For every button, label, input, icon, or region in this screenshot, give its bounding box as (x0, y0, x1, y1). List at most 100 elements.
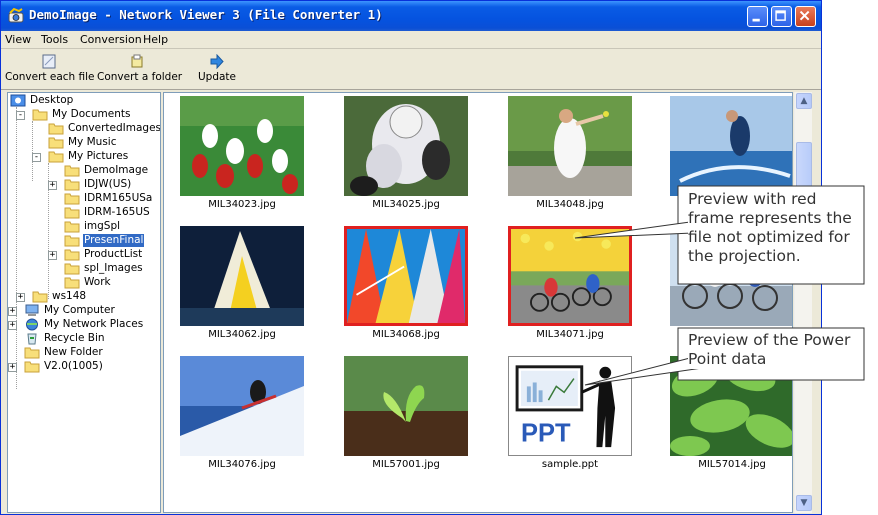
tree-item-label: IDRM-165US (84, 205, 150, 218)
window-title: DemoImage - Network Viewer 3 (File Conve… (29, 7, 383, 22)
tree-expander[interactable]: + (8, 321, 17, 330)
folder-convert-icon (131, 54, 143, 68)
tree-item[interactable]: IDRM-165US (64, 205, 151, 219)
thumbnail-image[interactable] (670, 356, 792, 456)
network-icon (26, 318, 38, 330)
ppt-label: PPT (521, 419, 571, 447)
update-button[interactable]: Update (195, 52, 239, 88)
tree-item[interactable]: ws148 (32, 289, 87, 303)
tree-item-label: Recycle Bin (44, 331, 105, 344)
thumbnail-caption: MIL34076.jpg (208, 459, 276, 470)
menu-tools[interactable]: Tools (41, 33, 68, 46)
tree-expander[interactable]: + (48, 251, 57, 260)
tree-item[interactable]: ProductList (64, 247, 143, 261)
tree-item-label: New Folder (44, 345, 103, 358)
tree-item[interactable]: My Computer (24, 303, 116, 317)
convert-folder-button[interactable]: Convert a folder (97, 52, 182, 88)
photo-preview (344, 356, 468, 456)
tree-item-label: ProductList (84, 247, 143, 260)
vertical-scrollbar[interactable]: ▲ ▼ (794, 92, 812, 513)
tree-item[interactable]: Desktop (10, 93, 74, 107)
photo-preview (344, 96, 468, 196)
document-icon (42, 54, 56, 69)
thumbnail-image[interactable] (180, 226, 304, 326)
thumbnail-image[interactable] (344, 226, 468, 326)
thumbnail-image[interactable] (344, 356, 468, 456)
thumbnail-image[interactable] (180, 356, 304, 456)
callout-line: Point data (688, 350, 767, 368)
tree-item-label: IDJW(US) (84, 177, 132, 190)
tree-item-label: DemoImage (84, 163, 149, 176)
tree-item-label: PresenFinal (83, 233, 145, 247)
thumbnail-image[interactable] (508, 96, 632, 196)
menu-help[interactable]: Help (143, 33, 168, 46)
thumbnail-image[interactable]: PPT (508, 356, 632, 456)
tree-item[interactable]: spl_Images (64, 261, 144, 275)
tree-item[interactable]: My Pictures (48, 149, 129, 163)
tree-item[interactable]: Work (64, 275, 112, 289)
menu-view[interactable]: View (5, 33, 31, 46)
tree-item-label: My Computer (44, 303, 115, 316)
pictures-folder-icon (48, 151, 64, 162)
tree-item-label: ws148 (52, 289, 87, 302)
folder-icon (64, 263, 80, 274)
thumbnail-view[interactable]: MIL34023.jpg MIL34025.jpg MIL34048.jpg MIL3… (163, 92, 793, 513)
title-bar[interactable]: DemoImage - Network Viewer 3 (File Conve… (1, 1, 821, 31)
thumbnail-image[interactable] (344, 96, 468, 196)
callout-line: frame represents the (688, 209, 852, 227)
tree-item[interactable]: Recycle Bin (24, 331, 106, 345)
photo-preview (511, 229, 629, 323)
tree-item[interactable]: My Documents (32, 107, 131, 121)
tree-item[interactable]: imgSpl (64, 219, 121, 233)
tree-item[interactable]: DemoImage (64, 163, 149, 177)
tree-item-label: My Network Places (44, 317, 144, 330)
update-arrow-icon (210, 54, 224, 69)
tree-expander[interactable]: - (32, 153, 41, 162)
folder-icon (24, 347, 40, 358)
thumbnail-caption: MIL57014.jpg (698, 459, 766, 470)
tree-item-label: Work (84, 275, 111, 288)
tree-item[interactable]: My Music (48, 135, 118, 149)
update-label: Update (197, 71, 237, 83)
tree-item-label: V2.0(1005) (44, 359, 103, 372)
tree-item[interactable]: ConvertedImages (48, 121, 160, 135)
thumbnail-image[interactable] (670, 96, 792, 196)
tree-expander[interactable]: - (16, 111, 25, 120)
convert-each-file-label: Convert each file (5, 71, 95, 83)
folder-icon (64, 235, 80, 246)
convert-each-file-button[interactable]: Convert each file (5, 52, 95, 88)
computer-icon (25, 304, 39, 316)
scroll-down-button[interactable]: ▼ (796, 495, 812, 511)
thumbnail-image[interactable] (508, 226, 632, 326)
folder-icon (64, 193, 80, 204)
tree-item[interactable]: My Network Places (24, 317, 144, 331)
folder-icon (48, 123, 64, 134)
close-button[interactable] (795, 6, 816, 27)
tree-item[interactable]: PresenFinal (64, 233, 145, 247)
callout-line: the projection. (688, 247, 801, 265)
menu-conversion[interactable]: Conversion (80, 33, 142, 46)
music-folder-icon (48, 137, 64, 148)
folder-tree[interactable]: Desktop - My Documents ConvertedImages My Mu… (7, 92, 161, 513)
maximize-button[interactable] (771, 6, 792, 27)
app-icon (8, 7, 24, 23)
photo-preview (670, 96, 792, 196)
minimize-icon (752, 18, 760, 22)
tree-expander[interactable]: + (16, 293, 25, 302)
callout-line: Preview with red (688, 190, 817, 208)
scroll-up-button[interactable]: ▲ (796, 93, 812, 109)
callout-red-frame: Preview with red frame represents the file… (688, 190, 852, 266)
tree-expander[interactable]: + (8, 363, 17, 372)
menu-bar: View Tools Conversion Help (1, 31, 821, 49)
tree-item[interactable]: IDJW(US) (64, 177, 132, 191)
tree-expander[interactable]: + (8, 307, 17, 316)
minimize-button[interactable] (747, 6, 768, 27)
thumbnail-caption: MIL34062.jpg (208, 329, 276, 340)
tree-item[interactable]: IDRM165USa (64, 191, 153, 205)
thumbnail-image[interactable] (180, 96, 304, 196)
photo-preview (670, 356, 792, 456)
tree-expander[interactable]: + (48, 181, 57, 190)
desktop-icon (10, 94, 26, 106)
tree-item[interactable]: V2.0(1005) (24, 359, 104, 373)
tree-item[interactable]: New Folder (24, 345, 104, 359)
